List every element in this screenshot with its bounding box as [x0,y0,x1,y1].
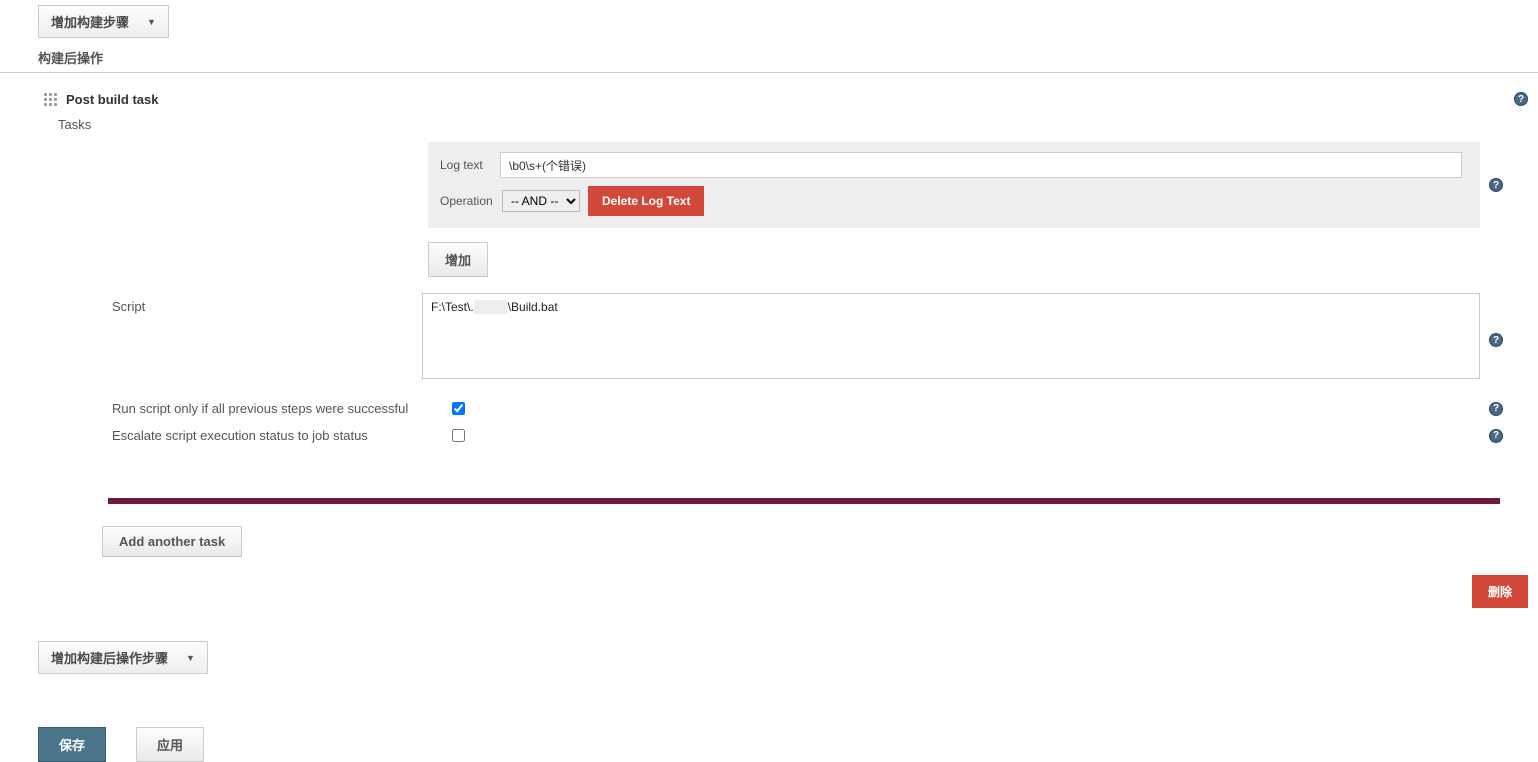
delete-button[interactable]: 删除 [1472,575,1528,608]
escalate-checkbox[interactable] [452,429,465,442]
apply-button[interactable]: 应用 [136,727,204,762]
help-icon[interactable]: ? [1489,402,1503,416]
help-icon[interactable]: ? [1489,429,1503,443]
add-post-build-step-dropdown[interactable]: 增加构建后操作步骤 ▼ [38,641,208,674]
post-build-actions-header: 构建后操作 [0,43,1538,73]
run-only-success-label: Run script only if all previous steps we… [112,401,448,416]
chevron-down-icon: ▼ [147,17,156,27]
help-icon[interactable]: ? [1489,333,1503,347]
tasks-label: Tasks [0,115,1538,142]
add-build-step-label: 增加构建步骤 [51,12,129,31]
log-text-input[interactable] [500,152,1462,178]
chevron-down-icon: ▼ [186,653,195,663]
log-text-label: Log text [440,158,500,172]
add-another-task-button[interactable]: Add another task [102,526,242,557]
delete-log-text-button[interactable]: Delete Log Text [588,186,704,216]
log-text-panel: Log text Operation -- AND -- Delete Log … [428,142,1480,228]
help-icon[interactable]: ? [1489,178,1503,192]
script-textarea[interactable]: F:\Test\.xxxxx\Build.bat [422,293,1480,379]
run-only-success-checkbox[interactable] [452,402,465,415]
operation-select[interactable]: -- AND -- [502,190,580,212]
post-build-task-title: Post build task [66,92,158,107]
add-button[interactable]: 增加 [428,242,488,277]
add-post-build-step-label: 增加构建后操作步骤 [51,648,168,667]
save-button[interactable]: 保存 [38,727,106,762]
script-label: Script [112,293,422,379]
operation-label: Operation [440,194,500,208]
divider [108,498,1500,504]
escalate-label: Escalate script execution status to job … [112,428,448,443]
add-build-step-dropdown[interactable]: 增加构建步骤 ▼ [38,5,169,38]
drag-handle-icon[interactable] [42,91,58,107]
help-icon[interactable]: ? [1514,92,1528,106]
